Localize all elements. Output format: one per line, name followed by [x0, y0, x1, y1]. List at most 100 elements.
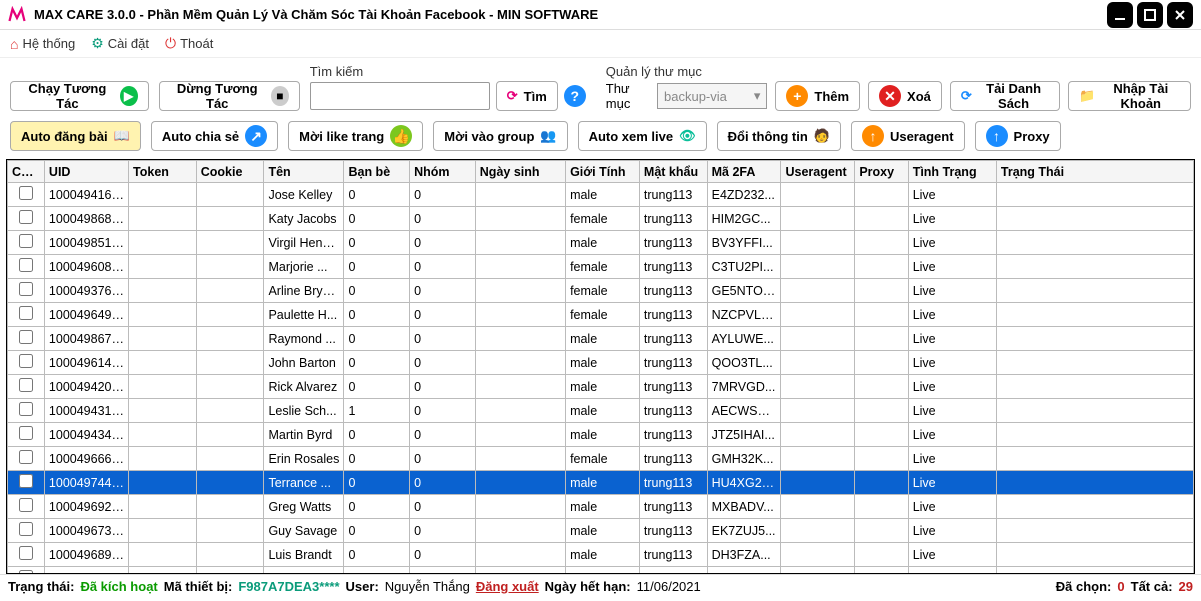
table-row[interactable]: 1000496922... Greg Watts 0 0 male trung1…: [8, 495, 1194, 519]
cell-banbe: 0: [344, 375, 410, 399]
search-button[interactable]: ⟳Tìm: [496, 81, 558, 111]
table-row[interactable]: 1000494167... Jose Kelley 0 0 male trung…: [8, 183, 1194, 207]
row-checkbox[interactable]: [19, 330, 33, 344]
row-checkbox[interactable]: [19, 474, 33, 488]
cell-tinh: Live: [908, 231, 996, 255]
import-accounts-button[interactable]: 📁Nhập Tài Khoản: [1068, 81, 1191, 111]
proxy-button[interactable]: ↑Proxy: [975, 121, 1061, 151]
col-tt[interactable]: Trạng Thái: [996, 161, 1193, 183]
cell-proxy: [855, 543, 908, 567]
user-label: User:: [346, 579, 379, 594]
table-row[interactable]: 1000497442... Terrance ... 0 0 male trun…: [8, 471, 1194, 495]
gear-icon: ⚙: [91, 35, 104, 52]
minimize-button[interactable]: [1107, 2, 1133, 28]
row-checkbox[interactable]: [19, 450, 33, 464]
table-row[interactable]: 1000493760... Arline Bryant 0 0 female t…: [8, 279, 1194, 303]
row-checkbox[interactable]: [19, 234, 33, 248]
cell-nhom: 0: [410, 327, 476, 351]
run-button[interactable]: Chạy Tương Tác▶: [10, 81, 149, 111]
row-checkbox[interactable]: [19, 570, 33, 574]
row-checkbox[interactable]: [19, 378, 33, 392]
col-2fa[interactable]: Mã 2FA: [707, 161, 781, 183]
table-row[interactable]: 1000496084... Marjorie ... 0 0 female tr…: [8, 255, 1194, 279]
download-list-button[interactable]: ⟳Tải Danh Sách: [950, 81, 1060, 111]
table-row[interactable]: 1000498675... Raymond ... 0 0 male trung…: [8, 327, 1194, 351]
folder-select[interactable]: backup-via▾: [657, 83, 767, 109]
row-checkbox-cell: [8, 519, 45, 543]
col-token[interactable]: Token: [129, 161, 197, 183]
col-proxy[interactable]: Proxy: [855, 161, 908, 183]
menu-system[interactable]: ⌂Hệ thống: [10, 36, 75, 52]
row-checkbox[interactable]: [19, 186, 33, 200]
cell-token: [129, 399, 197, 423]
row-checkbox[interactable]: [19, 258, 33, 272]
table-row[interactable]: 1000496494... Paulette H... 0 0 female t…: [8, 303, 1194, 327]
col-cookie[interactable]: Cookie: [196, 161, 264, 183]
cell-ngaysinh: [475, 255, 565, 279]
cell-ua: [781, 255, 855, 279]
auto-post-button[interactable]: Auto đăng bài📖: [10, 121, 141, 151]
col-tinh[interactable]: Tình Trạng: [908, 161, 996, 183]
cell-tt: [996, 375, 1193, 399]
logout-link[interactable]: Đăng xuất: [476, 579, 539, 594]
row-checkbox[interactable]: [19, 402, 33, 416]
menu-settings[interactable]: ⚙Cài đặt: [91, 35, 149, 52]
device-value: F987A7DEA3****: [238, 579, 339, 594]
table-row[interactable]: 1000498685... Katy Jacobs 0 0 female tru…: [8, 207, 1194, 231]
help-icon[interactable]: ?: [564, 85, 586, 107]
close-button[interactable]: [1167, 2, 1193, 28]
auto-share-button[interactable]: Auto chia sẻ↗: [151, 121, 278, 151]
cell-ngaysinh: [475, 231, 565, 255]
row-checkbox[interactable]: [19, 522, 33, 536]
col-ua[interactable]: Useragent: [781, 161, 855, 183]
search-input[interactable]: [310, 82, 490, 110]
cell-ten: Guy Savage: [264, 519, 344, 543]
table-row[interactable]: 1000498515... Virgil Hend... 0 0 male tr…: [8, 231, 1194, 255]
col-mk[interactable]: Mật khẩu: [639, 161, 707, 183]
table-row[interactable]: 1000496148... John Barton 0 0 male trung…: [8, 351, 1194, 375]
stop-button[interactable]: Dừng Tương Tác■: [159, 81, 300, 111]
accounts-grid[interactable]: Chọn UID Token Cookie Tên Bạn bè Nhóm Ng…: [6, 159, 1195, 574]
cell-nhom: 0: [410, 279, 476, 303]
table-row[interactable]: 1000494312... Leslie Sch... 1 0 male tru…: [8, 399, 1194, 423]
col-chon[interactable]: Chọn: [8, 161, 45, 183]
cell-2fa: GE5NTOL...: [707, 279, 781, 303]
row-checkbox[interactable]: [19, 306, 33, 320]
col-ten[interactable]: Tên: [264, 161, 344, 183]
cell-proxy: [855, 399, 908, 423]
table-row[interactable]: 1000496731... Guy Savage 0 0 male trung1…: [8, 519, 1194, 543]
useragent-button[interactable]: ↑Useragent: [851, 121, 965, 151]
table-row[interactable]: 1000494346... Martin Byrd 0 0 male trung…: [8, 423, 1194, 447]
col-uid[interactable]: UID: [44, 161, 128, 183]
like-page-button[interactable]: Mời like trang👍: [288, 121, 423, 151]
cell-banbe: 0: [344, 303, 410, 327]
change-info-button[interactable]: Đổi thông tin🧑: [717, 121, 841, 151]
cell-gt: female: [566, 279, 640, 303]
power-icon: ⏻: [165, 35, 176, 52]
col-ngaysinh[interactable]: Ngày sinh: [475, 161, 565, 183]
row-checkbox[interactable]: [19, 546, 33, 560]
row-checkbox[interactable]: [19, 426, 33, 440]
cell-mk: trung113: [639, 423, 707, 447]
row-checkbox[interactable]: [19, 282, 33, 296]
table-row[interactable]: 1000496894... Luis Brandt 0 0 male trung…: [8, 543, 1194, 567]
cell-gt: female: [566, 447, 640, 471]
col-banbe[interactable]: Bạn bè: [344, 161, 410, 183]
menu-exit[interactable]: ⏻Thoát: [165, 35, 213, 52]
table-row[interactable]: 1000496667... Erin Rosales 0 0 female tr…: [8, 447, 1194, 471]
watch-live-button[interactable]: Auto xem live👁: [578, 121, 707, 151]
folder-group-label: Quản lý thư mục: [606, 64, 1191, 79]
row-checkbox[interactable]: [19, 210, 33, 224]
cell-tinh: Live: [908, 519, 996, 543]
delete-folder-button[interactable]: ✕Xoá: [868, 81, 942, 111]
add-folder-button[interactable]: +Thêm: [775, 81, 860, 111]
table-row[interactable]: 1000495560... Robert Elliott 0 0 female …: [8, 567, 1194, 575]
col-gt[interactable]: Giới Tính: [566, 161, 640, 183]
row-checkbox[interactable]: [19, 498, 33, 512]
maximize-button[interactable]: [1137, 2, 1163, 28]
cell-2fa: GMH32K...: [707, 447, 781, 471]
row-checkbox[interactable]: [19, 354, 33, 368]
invite-group-button[interactable]: Mời vào group👥: [433, 121, 567, 151]
table-row[interactable]: 1000494207... Rick Alvarez 0 0 male trun…: [8, 375, 1194, 399]
col-nhom[interactable]: Nhóm: [410, 161, 476, 183]
